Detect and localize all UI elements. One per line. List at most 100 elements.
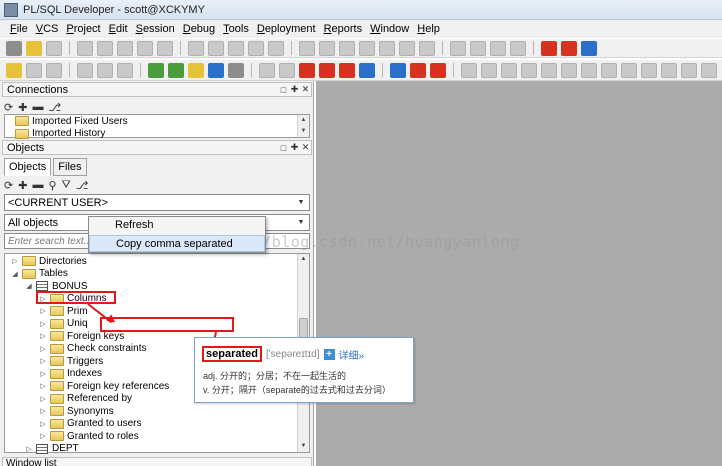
- menu-edit[interactable]: Edit: [109, 23, 128, 35]
- logon-icon[interactable]: [97, 62, 113, 78]
- expand-icon[interactable]: ▷: [39, 307, 47, 315]
- expand-icon[interactable]: ▷: [39, 382, 47, 390]
- expand-icon[interactable]: ▷: [39, 345, 47, 353]
- menu-tools[interactable]: Tools: [223, 23, 249, 35]
- user-filter-select[interactable]: <CURRENT USER> ▼: [4, 194, 310, 211]
- step-into-icon[interactable]: [390, 62, 406, 78]
- refresh-icon[interactable]: ⟳: [4, 101, 13, 114]
- wrench-icon[interactable]: [228, 62, 244, 78]
- filter-icon[interactable]: ⛛: [62, 179, 71, 192]
- command-icon[interactable]: [117, 62, 133, 78]
- grid-icon[interactable]: [701, 62, 717, 78]
- menu-window[interactable]: Window: [370, 23, 409, 35]
- oracle-icon[interactable]: [541, 40, 557, 56]
- tree-item-directories[interactable]: ▷ Directories: [5, 255, 309, 268]
- window-icon[interactable]: [490, 40, 506, 56]
- expand-icon[interactable]: ▷: [39, 395, 47, 403]
- tree-item-dept[interactable]: ▷ DEPT: [5, 443, 309, 456]
- tab-files[interactable]: Files: [53, 158, 87, 176]
- tree-item-tables[interactable]: ◢ Tables: [5, 268, 309, 281]
- close-icon[interactable]: ✕: [300, 84, 311, 95]
- stop-icon[interactable]: [299, 62, 315, 78]
- find-icon[interactable]: [299, 40, 315, 56]
- menu-project[interactable]: Project: [66, 23, 100, 35]
- copy-icon[interactable]: [248, 40, 264, 56]
- expand-icon[interactable]: ▷: [39, 432, 47, 440]
- expand-icon[interactable]: ▷: [11, 257, 19, 265]
- compile-icon[interactable]: [259, 62, 275, 78]
- tree-item-granted-to-users[interactable]: ▷ Granted to users: [5, 418, 309, 431]
- close-icon[interactable]: ✕: [300, 142, 311, 153]
- restore-icon[interactable]: □: [278, 143, 289, 153]
- fetch-last-icon[interactable]: [481, 62, 497, 78]
- run-to-exit-icon[interactable]: [430, 62, 446, 78]
- key-icon[interactable]: [6, 62, 22, 78]
- replace-icon[interactable]: [319, 40, 335, 56]
- add-icon[interactable]: ✚: [18, 101, 27, 114]
- refresh-icon[interactable]: ⟳: [4, 179, 13, 192]
- scroll-down-icon[interactable]: ▼: [298, 126, 309, 137]
- menu-deployment[interactable]: Deployment: [257, 23, 316, 35]
- explain-plan-icon[interactable]: [561, 62, 577, 78]
- expand-icon[interactable]: ▷: [39, 332, 47, 340]
- commit-icon[interactable]: [521, 62, 537, 78]
- tree-item-synonyms[interactable]: ▷ Synonyms: [5, 405, 309, 418]
- record-icon[interactable]: [661, 62, 677, 78]
- cut-icon[interactable]: [228, 40, 244, 56]
- connect-icon[interactable]: ⎇: [76, 179, 89, 192]
- report-window-icon[interactable]: [208, 62, 224, 78]
- tree-item-granted-to-roles[interactable]: ▷ Granted to roles: [5, 430, 309, 443]
- expand-icon[interactable]: ▷: [39, 407, 47, 415]
- menu-session[interactable]: Session: [136, 23, 175, 35]
- expand-icon[interactable]: ▷: [39, 420, 47, 428]
- options-icon[interactable]: [470, 40, 486, 56]
- tooltip-more-link[interactable]: 详细»: [339, 347, 365, 362]
- new-icon[interactable]: [6, 40, 22, 56]
- print-icon[interactable]: [46, 40, 62, 56]
- goto-icon[interactable]: [359, 40, 375, 56]
- session-icon[interactable]: [77, 62, 93, 78]
- pin-icon[interactable]: ✚: [289, 84, 300, 95]
- list-item[interactable]: Imported History: [5, 128, 309, 141]
- scroll-down-icon[interactable]: ▼: [298, 441, 309, 452]
- rollback-icon[interactable]: [541, 62, 557, 78]
- beautifier-icon[interactable]: [450, 40, 466, 56]
- pencil-icon[interactable]: [359, 62, 375, 78]
- debug-icon[interactable]: [339, 62, 355, 78]
- restore-icon[interactable]: □: [278, 85, 289, 95]
- chevron-down-icon[interactable]: ▼: [295, 216, 307, 229]
- print-preview-icon[interactable]: [157, 40, 173, 56]
- sql-window-icon[interactable]: [148, 62, 164, 78]
- scroll-up-icon[interactable]: ▲: [298, 115, 309, 126]
- list-item[interactable]: Imported Fixed Users: [5, 115, 309, 128]
- add-icon[interactable]: ✚: [18, 179, 27, 192]
- import-icon[interactable]: [601, 62, 617, 78]
- menu-reports[interactable]: Reports: [324, 23, 363, 35]
- tree-item-primary[interactable]: ▷ Prim: [5, 305, 309, 318]
- test-window-icon[interactable]: [168, 62, 184, 78]
- scroll-up-icon[interactable]: ▲: [298, 254, 309, 265]
- expand-icon[interactable]: ▷: [39, 357, 47, 365]
- expand-icon[interactable]: ▷: [25, 445, 33, 453]
- outdent-icon[interactable]: [399, 40, 415, 56]
- menu-file[interactable]: File: [10, 23, 28, 35]
- info-icon[interactable]: [581, 40, 597, 56]
- menu-item-copy-comma-separated[interactable]: Copy comma separated: [89, 235, 265, 252]
- filter-icon[interactable]: [621, 62, 637, 78]
- undo-icon[interactable]: [188, 40, 204, 56]
- menu-vcs[interactable]: VCS: [36, 23, 59, 35]
- open-icon[interactable]: [26, 40, 42, 56]
- query-by-example-icon[interactable]: [501, 62, 517, 78]
- save-icon[interactable]: [77, 40, 93, 56]
- add-word-icon[interactable]: +: [323, 348, 335, 360]
- collapse-icon[interactable]: ◢: [25, 282, 33, 290]
- menu-debug[interactable]: Debug: [183, 23, 215, 35]
- expand-icon[interactable]: ▷: [39, 370, 47, 378]
- fetch-next-icon[interactable]: [461, 62, 477, 78]
- expand-icon[interactable]: ▷: [39, 320, 47, 328]
- lock-icon[interactable]: [681, 62, 697, 78]
- mdi-workspace[interactable]: [316, 81, 722, 466]
- redo-icon[interactable]: [208, 40, 224, 56]
- comment-icon[interactable]: [419, 40, 435, 56]
- menu-item-refresh[interactable]: Refresh: [89, 217, 265, 234]
